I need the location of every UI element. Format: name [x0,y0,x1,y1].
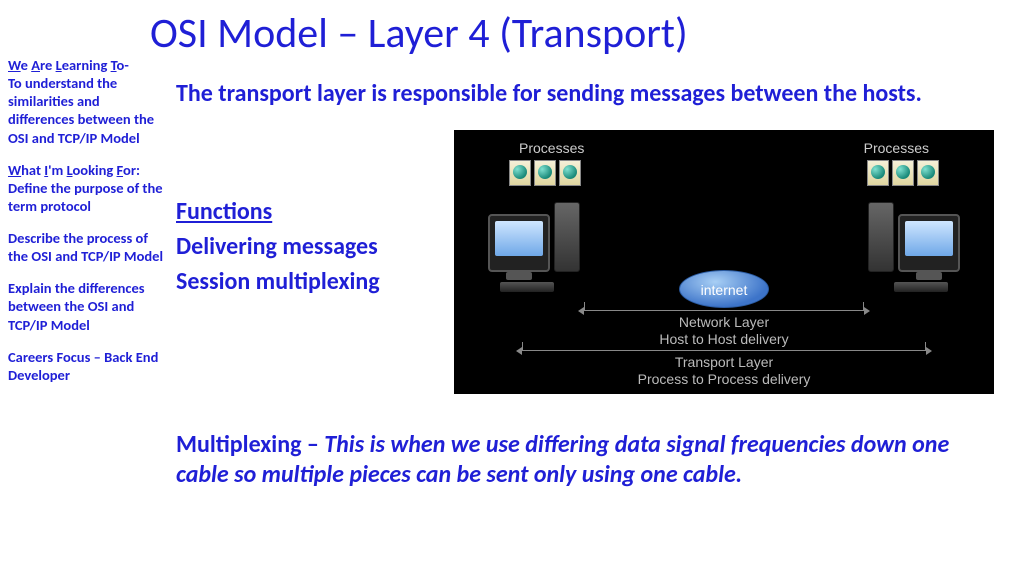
tower-icon [554,202,580,272]
tick [925,342,926,350]
tick [863,302,864,310]
walt-heading: We Are Learning To- To understand the si… [8,56,166,147]
process-icon [892,160,914,186]
keyboard-icon [894,282,948,292]
wilf-item-3: Explain the differences between the OSI … [8,279,166,333]
processes-label-right: Processes [864,140,929,156]
tick [584,302,585,310]
learning-sidebar: We Are Learning To- To understand the si… [8,56,166,398]
functions-item-1: Delivering messages [176,230,380,265]
host-left [488,202,580,272]
process-icon [867,160,889,186]
host-right [868,202,960,272]
tower-icon [868,202,894,272]
slide-title: OSI Model – Layer 4 (Transport) [150,8,688,59]
processes-label-left: Processes [519,140,584,156]
process-icon [917,160,939,186]
tick [522,342,523,350]
transport-layer-label: Transport LayerProcess to Process delive… [638,354,811,388]
functions-block: Functions Delivering messages Session mu… [176,195,380,299]
wilf-item-1: Define the purpose of the term protocol [8,179,163,215]
internet-cloud: internet [679,270,769,308]
multiplexing-definition: Multiplexing – This is when we use diffe… [176,430,996,490]
transport-layer-diagram: Processes Processes internet Network Lay… [454,130,994,394]
monitor-icon [488,214,550,272]
functions-heading: Functions [176,195,380,230]
process-icon [509,160,531,186]
wilf-heading: What I'm Looking For: Define the purpose… [8,161,166,215]
network-layer-arrow [584,310,864,311]
process-icon [534,160,556,186]
multiplex-term: Multiplexing – [176,430,324,459]
network-layer-label: Network LayerHost to Host delivery [659,314,788,348]
intro-text: The transport layer is responsible for s… [176,80,996,109]
monitor-icon [898,214,960,272]
process-icons-left [509,160,581,186]
walt-text: To understand the similarities and diffe… [8,74,154,146]
keyboard-icon [500,282,554,292]
functions-item-2: Session multiplexing [176,265,380,300]
process-icons-right [867,160,939,186]
careers-focus: Careers Focus – Back End Developer [8,348,166,384]
transport-layer-arrow [522,350,926,351]
wilf-item-2: Describe the process of the OSI and TCP/… [8,229,166,265]
process-icon [559,160,581,186]
